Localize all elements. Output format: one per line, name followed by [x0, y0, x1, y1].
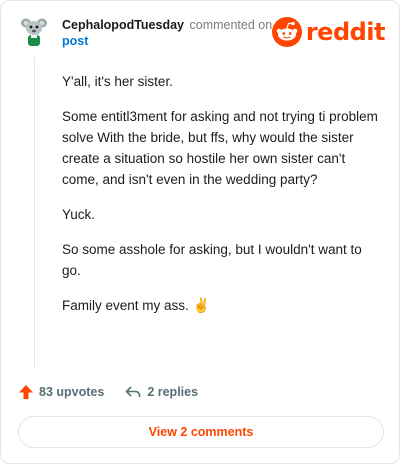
post-link[interactable]: post — [62, 33, 272, 49]
comment-paragraph: Some entitl3ment for asking and not tryi… — [62, 109, 378, 187]
commented-on-label: commented on — [189, 18, 273, 32]
view-comments-button[interactable]: View 2 comments — [18, 416, 384, 448]
comment-paragraph-text: Family event my ass. — [62, 298, 189, 313]
comment-card: CephalopodTuesday commented on post redd… — [0, 0, 400, 464]
reply-arrow-icon — [126, 386, 141, 397]
comment-footer: 83 upvotes 2 replies — [18, 381, 198, 403]
username-link[interactable]: CephalopodTuesday — [62, 18, 184, 32]
replies-button[interactable]: 2 replies — [124, 384, 198, 400]
comment-meta: CephalopodTuesday commented on post — [62, 17, 272, 49]
comment-body: Y'all, it's her sister. Some entitl3ment… — [62, 71, 382, 330]
reddit-logo[interactable]: reddit — [271, 17, 386, 47]
upvote-count: 83 upvotes — [39, 385, 105, 399]
comment-paragraph: So some asshole for asking, but I wouldn… — [62, 242, 362, 278]
thread-line — [34, 57, 35, 369]
upvote-arrow-icon — [19, 385, 33, 399]
comment-header: CephalopodTuesday commented on post redd… — [17, 13, 386, 53]
reddit-alien-icon — [271, 17, 302, 47]
comment-paragraph-last: Family event my ass. ✌️ — [62, 295, 382, 316]
replies-count: 2 replies — [147, 385, 199, 399]
comment-paragraph: Y'all, it's her sister. — [62, 74, 173, 89]
comment-paragraph: Yuck. — [62, 207, 96, 222]
snoo-avatar-icon[interactable] — [17, 14, 51, 48]
victory-hand-emoji: ✌️ — [192, 297, 210, 313]
reddit-wordmark: reddit — [305, 18, 386, 46]
upvote-button[interactable]: 83 upvotes — [18, 384, 104, 400]
